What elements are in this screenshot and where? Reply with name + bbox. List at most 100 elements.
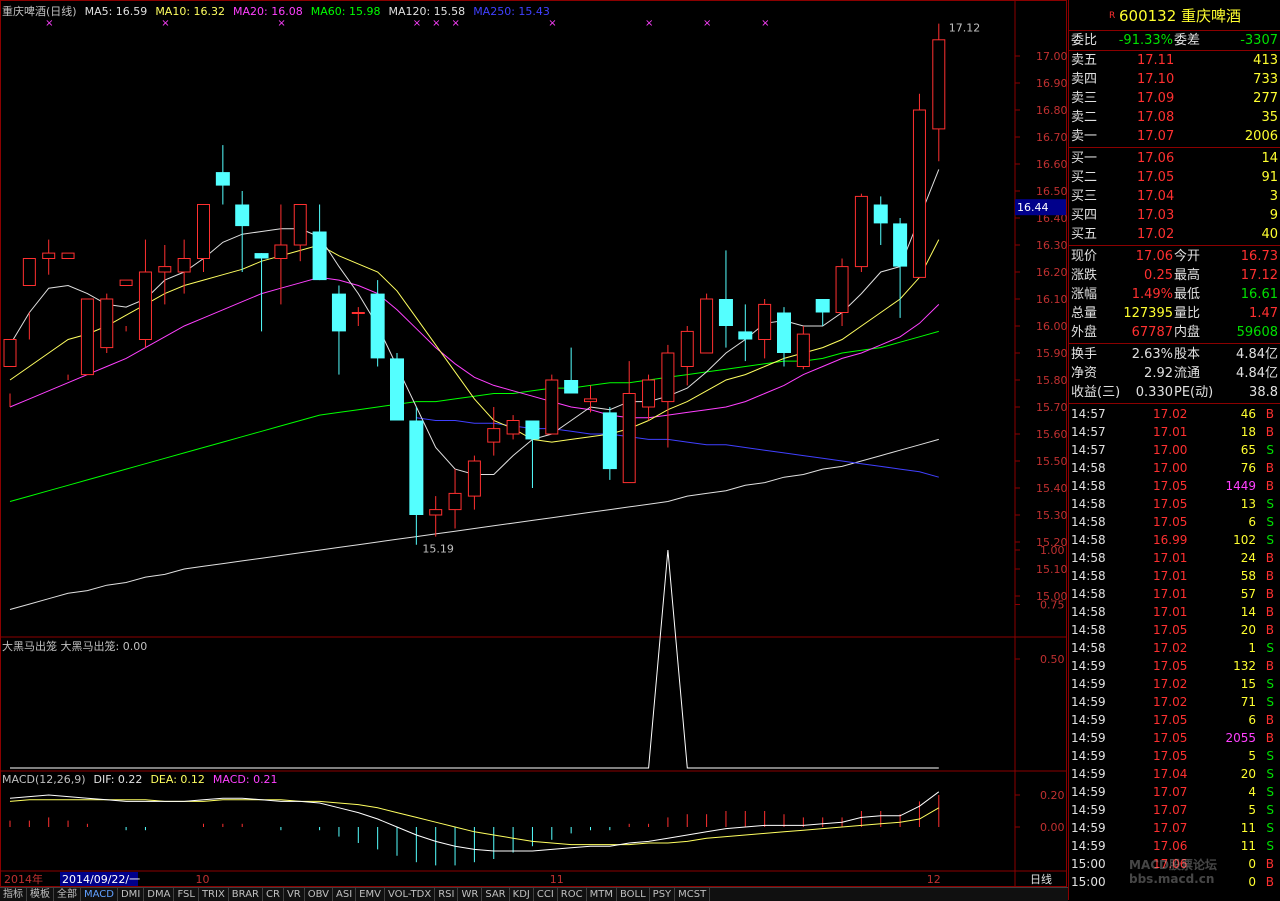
indicator-tab[interactable]: DMA (144, 888, 175, 901)
candle-body-up (796, 333, 810, 368)
indicator-tab[interactable]: 模板 (27, 888, 54, 901)
tick-volume: 65 (1240, 443, 1256, 457)
tick-side: S (1266, 443, 1274, 457)
candle-body-down (370, 293, 385, 359)
tick-price: 17.01 (1153, 425, 1188, 439)
indicator-tab[interactable]: RSI (435, 888, 459, 901)
trade-tick-row: 14:58 17.01 57 B (1069, 585, 1280, 603)
bid-price: 17.02 (1137, 227, 1175, 242)
trade-tick-row: 14:58 17.05 13 S (1069, 495, 1280, 513)
bid-row: 买四 17.03 9 (1069, 206, 1280, 225)
indicator-tab[interactable]: EMV (356, 888, 385, 901)
ask-label: 卖一 (1071, 129, 1098, 144)
indicator-tab[interactable]: WR (458, 888, 483, 901)
tick-side: S (1266, 533, 1274, 547)
trade-tick-row: 14:57 17.01 18 B (1069, 423, 1280, 441)
tick-volume: 13 (1240, 497, 1256, 511)
tick-time: 14:59 (1071, 713, 1106, 727)
kline-chart[interactable]: 17.0016.9016.8016.7016.6016.5016.4016.30… (0, 0, 1068, 887)
tick-volume: 71 (1240, 695, 1256, 709)
stat-label: 最高 (1174, 268, 1201, 283)
trade-tick-row: 14:58 17.05 6 S (1069, 513, 1280, 531)
bid-label: 买五 (1071, 227, 1098, 242)
indicator-tab[interactable]: BRAR (229, 888, 263, 901)
indicator-tab[interactable]: CR (263, 888, 284, 901)
indicator-tab[interactable]: SAR (482, 888, 510, 901)
fundamental-label: 股本 (1174, 347, 1201, 362)
bid-label: 买三 (1071, 189, 1098, 204)
tick-time: 14:59 (1071, 731, 1106, 745)
tick-price: 17.07 (1153, 821, 1188, 835)
tick-price: 17.05 (1153, 713, 1188, 727)
indicator-tab[interactable]: BOLL (617, 888, 650, 901)
ask-label: 卖二 (1071, 110, 1098, 125)
price-tick-label: 16.10 (1036, 293, 1068, 306)
tick-side: S (1266, 749, 1274, 763)
ask-volume: 35 (1261, 110, 1278, 125)
stat-row: 总量 127395 量比 1.47 (1069, 304, 1280, 323)
stat-label: 最低 (1174, 287, 1201, 302)
indicator-tab[interactable]: MACD (81, 888, 118, 901)
tick-price: 17.05 (1153, 515, 1188, 529)
indicator-tab[interactable]: VOL-TDX (385, 888, 436, 901)
candle-body-down (331, 293, 346, 332)
candle-body-down (873, 204, 888, 224)
tick-time: 14:59 (1071, 785, 1106, 799)
indicator-tab[interactable]: MCST (675, 888, 711, 901)
weicha-label: 委差 (1174, 33, 1201, 48)
ask-volume: 277 (1253, 91, 1278, 106)
tick-volume: 58 (1240, 569, 1256, 583)
bid-volume: 40 (1261, 227, 1278, 242)
indicator-tab[interactable]: KDJ (510, 888, 534, 901)
fundamental-label: 流通 (1174, 366, 1201, 381)
bid-price: 17.04 (1137, 189, 1175, 204)
candle-body-up (138, 271, 152, 340)
fundamental-label: PE(动) (1174, 385, 1214, 400)
tick-price: 17.01 (1153, 551, 1188, 565)
indicator-tab[interactable]: 全部 (54, 888, 81, 901)
trade-tick-row: 14:59 17.07 11 S (1069, 819, 1280, 837)
chart-area[interactable]: 17.00 16.90 16.80 16.70 16.60 16.50 16.40 16.30… (0, 0, 1068, 901)
stat-label: 涨跌 (1071, 268, 1098, 283)
quote-header: R 600132 重庆啤酒 (1069, 4, 1280, 28)
month-label-10: 10 (196, 873, 210, 886)
quote-panel: R 600132 重庆啤酒 委比 -91.33% 委差 -3307 卖五 17.11 413 卖四… (1068, 0, 1280, 900)
indicator-tab[interactable]: 指标 (0, 888, 27, 901)
tick-volume: 18 (1240, 425, 1256, 439)
watermark: MACD股票论坛 bbs.macd.cn (1129, 858, 1217, 886)
fundamental-value: 4.84亿 (1236, 366, 1278, 381)
current-price-label: 16.44 (1017, 201, 1049, 214)
candle-body-down (893, 223, 908, 267)
indicator-tab[interactable]: CCI (534, 888, 558, 901)
indicator-tab[interactable]: FSL (174, 888, 199, 901)
signal-marker: × (277, 18, 285, 29)
tick-price: 17.02 (1153, 641, 1188, 655)
sep-bids (1069, 245, 1280, 246)
indicator-tab[interactable]: TRIX (199, 888, 229, 901)
tick-volume: 5 (1248, 749, 1256, 763)
macd-legend-item: MACD: 0.21 (213, 773, 278, 786)
trade-tick-row: 14:59 17.05 5 S (1069, 747, 1280, 765)
candle-body-up (545, 379, 559, 435)
indicator-tab[interactable]: VR (284, 888, 305, 901)
indicator-tab[interactable]: PSY (650, 888, 676, 901)
candle-body-up (119, 279, 133, 287)
indicator-tab[interactable]: MTM (587, 888, 617, 901)
trade-tick-row: 14:59 17.07 4 S (1069, 783, 1280, 801)
indicator-tab[interactable]: OBV (305, 888, 333, 901)
indicator-tab[interactable]: ASI (333, 888, 357, 901)
candle-body-up (912, 109, 926, 278)
candle-body-up (100, 298, 114, 349)
price-tick-label: 15.70 (1036, 401, 1068, 414)
candle-body-up (22, 258, 36, 286)
tick-price: 17.05 (1153, 497, 1188, 511)
fundamental-value: 2.92 (1144, 366, 1173, 381)
low-price-label: 15.19 (422, 543, 454, 556)
ask-volume: 733 (1253, 72, 1278, 87)
indicator-tab[interactable]: DMI (118, 888, 145, 901)
tick-price: 17.04 (1153, 767, 1188, 781)
ma-legend-item: MA10: 16.32 (155, 5, 225, 18)
tick-time: 14:59 (1071, 821, 1106, 835)
indicator-tab[interactable]: ROC (558, 888, 587, 901)
candle-body-down (738, 331, 753, 340)
